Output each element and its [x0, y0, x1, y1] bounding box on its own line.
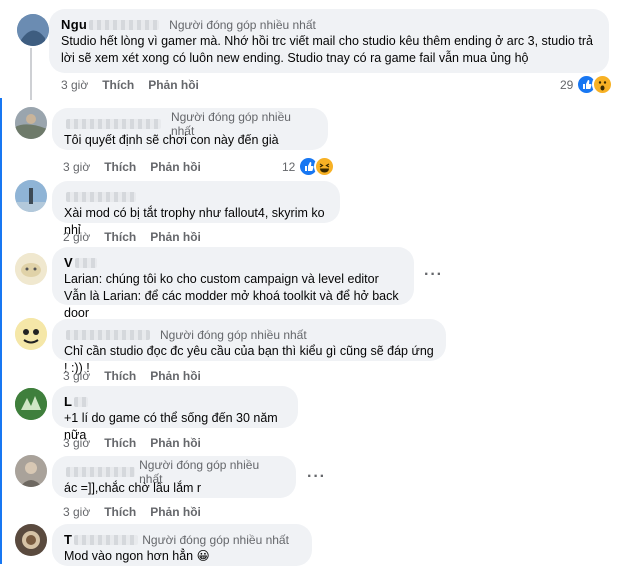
comment-timestamp[interactable]: 3 giờ	[63, 160, 90, 174]
comment-actions: 2 giờ Thích Phản hồi	[63, 230, 201, 244]
comment-bubble: Người đóng góp nhiều nhất Tôi quyết định…	[52, 108, 328, 150]
comment-bubble: Người đóng góp nhiều nhất ác =]],chắc ch…	[52, 456, 296, 498]
comment-actions: 3 giờ Thích Phản hồi	[63, 369, 201, 383]
redacted-name	[74, 257, 97, 268]
reaction-count: 12	[282, 159, 296, 174]
comment-bubble: Xài mod có bị tắt trophy như fallout4, s…	[52, 181, 340, 237]
comment-actions: 3 giờ Thích Phản hồi	[63, 160, 201, 174]
avatar[interactable]	[15, 318, 47, 350]
comment-text: Tôi quyết định sẽ chơi con này đến già	[64, 133, 279, 147]
redacted-name	[66, 329, 150, 340]
comment-author[interactable]: T	[64, 532, 72, 547]
more-options-icon[interactable]: ···	[307, 468, 326, 486]
comment-author[interactable]: Ngu	[61, 17, 87, 32]
like-button[interactable]: Thích	[104, 505, 136, 519]
redacted-name	[66, 466, 136, 477]
top-contributor-badge: Người đóng góp nhiều nhất	[169, 17, 316, 32]
like-button[interactable]: Thích	[102, 78, 134, 92]
comment-text: Studio hết lòng vì gamer mà. Nhớ hồi trc…	[61, 34, 593, 65]
avatar-image-icon	[15, 180, 47, 212]
avatar[interactable]	[15, 107, 47, 139]
reaction-summary[interactable]: 29	[560, 74, 614, 95]
thread-connector-line	[30, 48, 32, 100]
like-button[interactable]: Thích	[104, 369, 136, 383]
comment-bubble: Người đóng góp nhiều nhất Chỉ cần studio…	[52, 319, 446, 375]
comment-actions: 3 giờ Thích Phản hồi	[63, 505, 201, 519]
comment-actions: 3 giờ Thích Phản hồi	[61, 78, 199, 92]
avatar[interactable]	[17, 14, 49, 46]
avatar[interactable]	[15, 253, 47, 285]
comment-text: Mod vào ngon hơn hẳn 😀	[64, 549, 210, 563]
avatar-image-icon	[15, 455, 47, 487]
reply-button[interactable]: Phản hồi	[150, 160, 201, 174]
wow-icon	[592, 74, 614, 95]
avatar-image-icon	[17, 14, 49, 46]
reply-button[interactable]: Phản hồi	[150, 369, 201, 383]
comment-timestamp[interactable]: 3 giờ	[63, 436, 90, 450]
avatar[interactable]	[15, 388, 47, 420]
comment-timestamp[interactable]: 2 giờ	[63, 230, 90, 244]
like-button[interactable]: Thích	[104, 160, 136, 174]
comment-bubble: T Người đóng góp nhiều nhất Mod vào ngon…	[52, 524, 312, 566]
top-contributor-badge: Người đóng góp nhiều nhất	[142, 532, 289, 547]
reply-button[interactable]: Phản hồi	[150, 436, 201, 450]
avatar-image-icon	[15, 524, 47, 556]
more-options-icon[interactable]: ···	[424, 266, 443, 284]
comment-bubble: Ngu Người đóng góp nhiều nhất Studio hết…	[49, 9, 609, 73]
comment-timestamp[interactable]: 3 giờ	[61, 78, 88, 92]
reply-button[interactable]: Phản hồi	[150, 230, 201, 244]
comment-bubble: L +1 lí do game có thể sống đến 30 năm n…	[52, 386, 298, 442]
comment-timestamp[interactable]: 3 giờ	[63, 369, 90, 383]
redacted-name	[74, 534, 139, 545]
haha-icon	[314, 156, 336, 177]
comment-bubble: V Larian: chúng tôi ko cho custom campai…	[52, 247, 414, 320]
avatar-image-icon	[15, 318, 47, 350]
avatar[interactable]	[15, 180, 47, 212]
comment-author[interactable]: V	[64, 255, 73, 270]
thread-focus-border	[0, 98, 2, 564]
comment-actions: 3 giờ Thích Phản hồi	[63, 436, 201, 450]
like-button[interactable]: Thích	[104, 230, 136, 244]
avatar-image-icon	[15, 253, 47, 285]
top-contributor-badge: Người đóng góp nhiều nhất	[160, 327, 307, 342]
reaction-summary[interactable]: 12	[282, 156, 336, 177]
redacted-name	[89, 19, 160, 30]
reaction-count: 29	[560, 77, 574, 92]
comment-timestamp[interactable]: 3 giờ	[63, 505, 90, 519]
like-button[interactable]: Thích	[104, 436, 136, 450]
avatar[interactable]	[15, 455, 47, 487]
reply-button[interactable]: Phản hồi	[150, 505, 201, 519]
avatar[interactable]	[15, 524, 47, 556]
avatar-image-icon	[15, 388, 47, 420]
comment-author[interactable]: L	[64, 394, 72, 409]
redacted-name	[66, 191, 136, 202]
redacted-name	[74, 396, 89, 407]
reply-button[interactable]: Phản hồi	[148, 78, 199, 92]
comment-text: Larian: chúng tôi ko cho custom campaign…	[64, 272, 399, 320]
avatar-image-icon	[15, 107, 47, 139]
redacted-name	[66, 118, 161, 129]
